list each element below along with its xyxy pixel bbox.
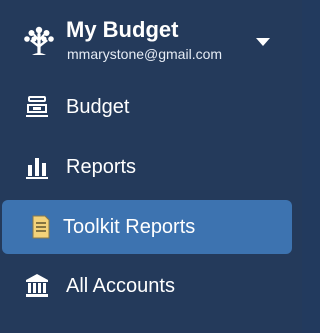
nav-item-toolkit-reports[interactable]: Toolkit Reports xyxy=(2,200,292,254)
budget-icon xyxy=(26,96,48,117)
nav-item-budget[interactable]: Budget xyxy=(2,80,292,134)
document-icon xyxy=(32,215,50,239)
bank-icon xyxy=(26,274,48,297)
nav-label-budget: Budget xyxy=(66,96,130,118)
sidebar: My Budget mmarystone@gmail.com Budget Re… xyxy=(0,0,302,333)
caret-down-icon[interactable] xyxy=(254,36,272,48)
nav-label-reports: Reports xyxy=(66,156,137,178)
nav-item-reports[interactable]: Reports xyxy=(2,140,292,194)
bar-chart-icon xyxy=(26,158,48,179)
nav-label-toolkit-reports: Toolkit Reports xyxy=(63,216,196,238)
nav-label-all-accounts: All Accounts xyxy=(66,275,175,297)
account-email: mmarystone@gmail.com xyxy=(67,46,223,62)
nav-item-all-accounts[interactable]: All Accounts xyxy=(2,259,292,313)
budget-name: My Budget xyxy=(66,17,179,42)
budget-switcher[interactable]: My Budget mmarystone@gmail.com xyxy=(0,0,302,80)
tree-icon xyxy=(24,26,54,55)
